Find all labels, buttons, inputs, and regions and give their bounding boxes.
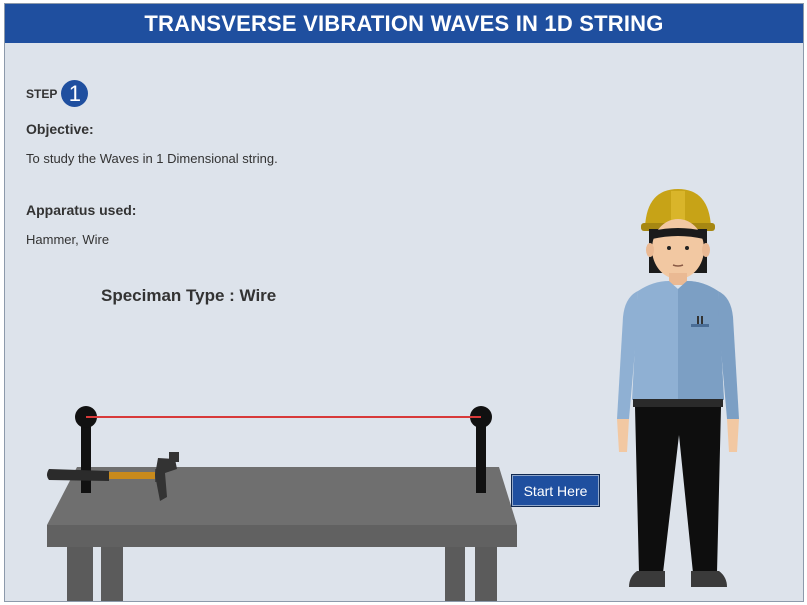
table-edge	[47, 525, 517, 547]
table-leg	[101, 543, 123, 601]
apparatus-heading: Apparatus used:	[26, 202, 137, 218]
start-here-button[interactable]: Start Here	[511, 474, 600, 507]
speciman-type-label: Speciman Type : Wire	[101, 286, 277, 305]
table-leg	[475, 543, 497, 601]
apparatus-scene	[47, 406, 517, 601]
objective-heading: Objective:	[26, 121, 94, 137]
apparatus-text: Hammer, Wire	[26, 232, 110, 247]
engineer-avatar	[617, 189, 739, 587]
step-indicator: STEP 1	[26, 80, 89, 107]
objective-text: To study the Waves in 1 Dimensional stri…	[26, 151, 278, 166]
table-leg	[445, 543, 465, 601]
table-leg	[67, 543, 93, 601]
step-label: STEP	[26, 86, 58, 101]
page-title: TRANSVERSE VIBRATION WAVES IN 1D STRING	[5, 4, 803, 43]
app-frame: TRANSVERSE VIBRATION WAVES IN 1D STRING …	[4, 3, 804, 602]
step-number-badge: 1	[61, 80, 89, 107]
